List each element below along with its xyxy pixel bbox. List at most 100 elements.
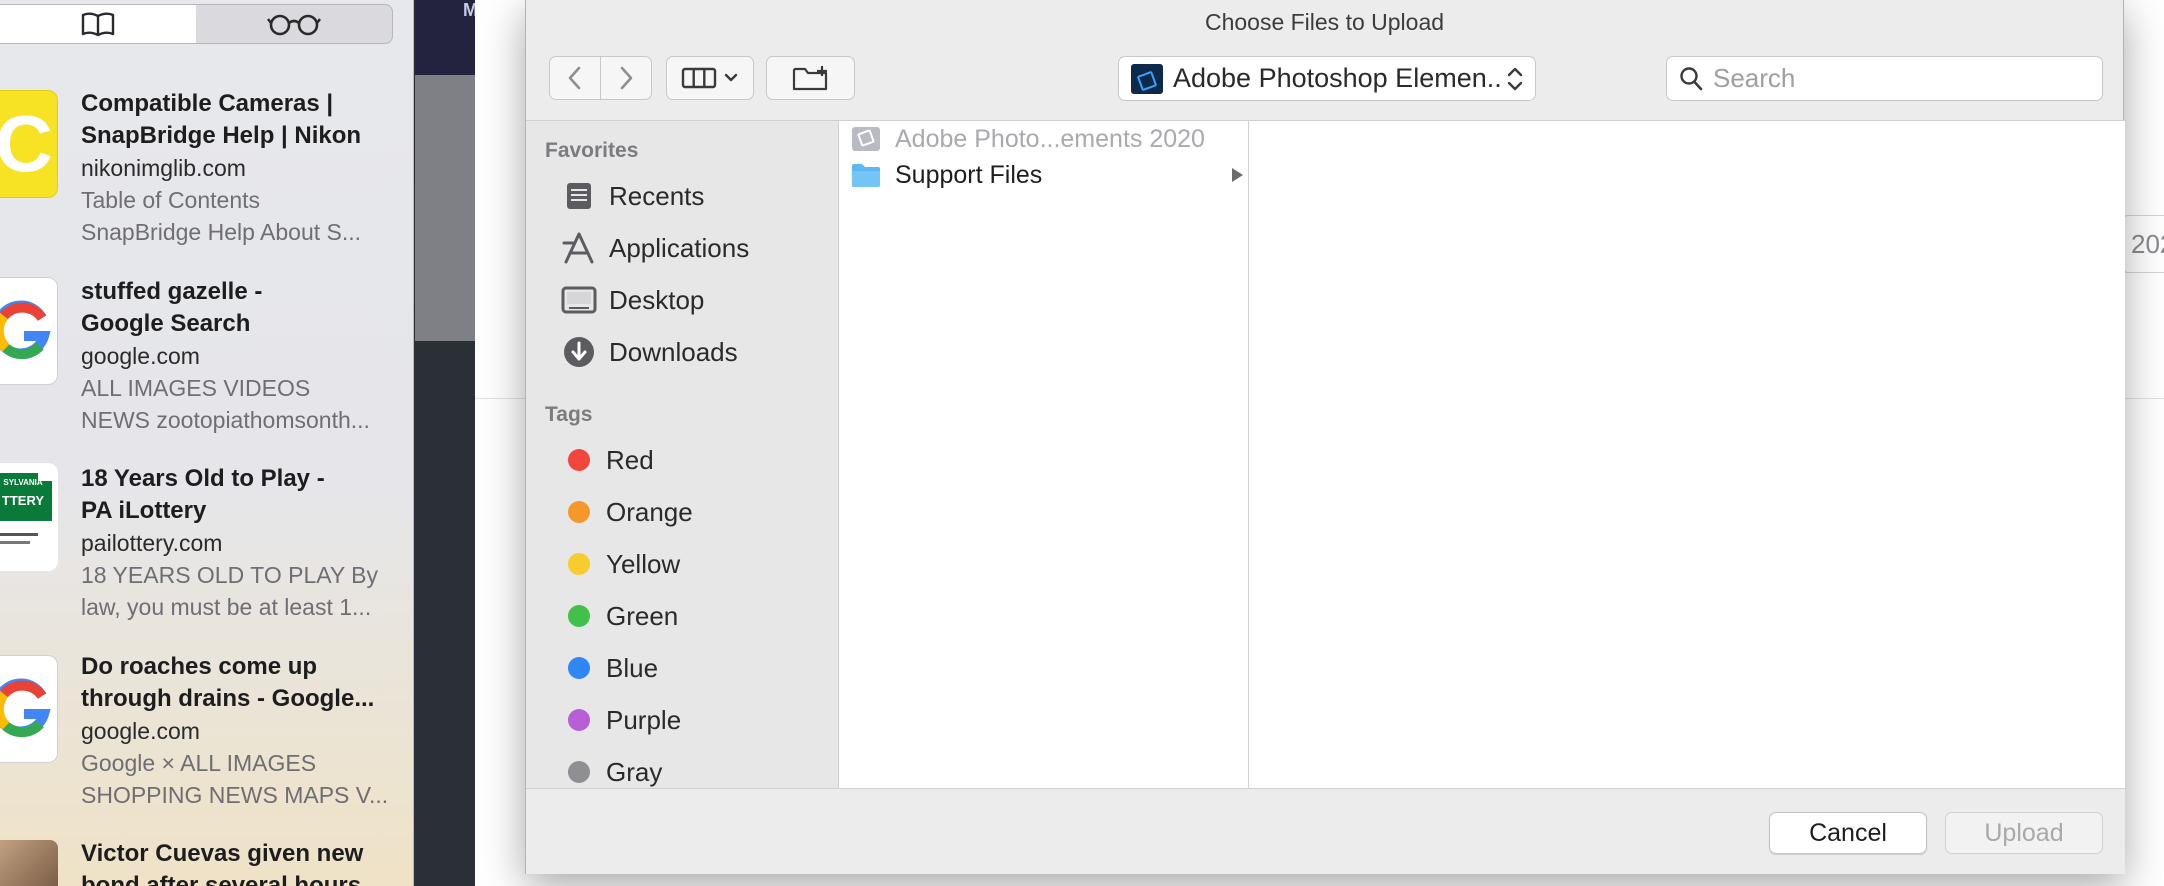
sidebar-tag-yellow[interactable]: Yellow <box>526 541 838 587</box>
reading-list-item[interactable]: Do roaches come up through drains - Goog… <box>0 651 413 821</box>
applications-icon <box>561 230 597 266</box>
browser-column-1: Adobe Photo...ements 2020 Support Files <box>839 120 1249 788</box>
item-title-line2: PA iLottery <box>81 497 207 524</box>
item-domain: google.com <box>81 718 200 744</box>
tag-label: Orange <box>606 496 693 527</box>
sidebar-item-desktop[interactable]: Desktop <box>526 277 838 323</box>
file-name: Support Files <box>895 160 1043 189</box>
item-description-line2: NEWS zootopiathomsonth... <box>81 407 370 433</box>
item-thumbnail: C <box>0 90 58 198</box>
reading-list-item[interactable]: SYLVANIA TTERY 18 Years Old to Play - PA… <box>0 463 413 633</box>
item-title: 18 Years Old to Play - <box>81 465 325 492</box>
view-mode-button[interactable] <box>666 56 754 100</box>
sidebar-tag-blue[interactable]: Blue <box>526 645 838 691</box>
item-domain: nikonimglib.com <box>81 155 246 181</box>
item-title-line2: bond after several hours... <box>81 872 382 886</box>
column-view-icon <box>681 67 717 89</box>
tag-label: Red <box>606 444 654 475</box>
tag-label: Purple <box>606 704 682 735</box>
bookmarks-tab[interactable] <box>0 5 196 43</box>
pa-lottery-logo-icon: SYLVANIA TTERY <box>0 473 52 544</box>
google-logo-icon <box>0 300 51 360</box>
sidebar-item-applications[interactable]: Applications <box>526 225 838 271</box>
upload-button[interactable]: Upload <box>1945 812 2103 854</box>
sidebar-item-downloads[interactable]: Downloads <box>526 329 838 375</box>
item-description: ALL IMAGES VIDEOS <box>81 375 311 401</box>
sidebar-tag-green[interactable]: Green <box>526 593 838 639</box>
site-date-field[interactable]: 202 <box>2122 215 2164 273</box>
tag-color-dot <box>568 657 590 679</box>
search-input[interactable] <box>1713 63 2093 94</box>
tag-color-dot <box>568 761 590 783</box>
item-description: 18 YEARS OLD TO PLAY By <box>81 562 379 588</box>
tag-label: Green <box>606 600 679 631</box>
google-logo-icon <box>0 678 51 738</box>
recents-icon <box>561 178 597 214</box>
chevron-right-icon <box>620 66 633 90</box>
sidebar-tag-purple[interactable]: Purple <box>526 697 838 743</box>
item-thumbnail <box>0 655 58 763</box>
item-description-line2: SHOPPING NEWS MAPS V... <box>81 782 389 808</box>
browser-column-2 <box>1249 120 2125 788</box>
item-title: Do roaches come up <box>81 653 318 680</box>
disclosure-arrow-icon <box>1232 168 1243 182</box>
tag-color-dot <box>568 449 590 471</box>
back-button[interactable] <box>549 56 601 100</box>
search-icon <box>1680 66 1703 90</box>
chevron-left-icon <box>568 66 581 90</box>
file-upload-dialog: Choose Files to Upload Adobe Photoshop E… <box>525 0 2125 874</box>
sidebar-item-label: Recents <box>609 180 705 211</box>
sidebar-item-label: Downloads <box>609 336 738 367</box>
file-name: Adobe Photo...ements 2020 <box>895 124 1205 153</box>
file-row[interactable]: Support Files <box>839 157 1249 193</box>
item-domain: google.com <box>81 343 200 369</box>
thumb-text-main: TTERY <box>2 493 44 508</box>
reading-list-item[interactable]: stuffed gazelle - Google Search google.c… <box>0 276 413 446</box>
item-title-line2: SnapBridge Help | Nikon <box>81 122 362 149</box>
tag-label: Gray <box>606 756 663 787</box>
safari-sidebar: C Compatible Cameras | SnapBridge Help |… <box>0 0 414 886</box>
item-title-line2: Google Search <box>81 310 251 337</box>
tag-color-dot <box>568 709 590 731</box>
forward-button[interactable] <box>600 56 652 100</box>
location-popup[interactable]: Adobe Photoshop Elemen... <box>1118 56 1536 101</box>
item-description: Google × ALL IMAGES <box>81 750 317 776</box>
dialog-sidebar: Favorites Recents Applications Desktop D… <box>526 120 839 788</box>
cancel-button[interactable]: Cancel <box>1769 812 1927 854</box>
desktop-icon <box>561 282 597 318</box>
item-title-line2: through drains - Google... <box>81 685 375 712</box>
reading-list-item[interactable]: Victor Cuevas given new bond after sever… <box>0 838 413 886</box>
chevron-down-icon <box>724 73 738 82</box>
downloads-icon <box>561 334 597 370</box>
sidebar-tag-red[interactable]: Red <box>526 437 838 483</box>
item-title: Compatible Cameras | <box>81 90 334 117</box>
tag-color-dot <box>568 501 590 523</box>
photoshop-elements-folder-icon <box>1131 63 1163 94</box>
location-label: Adobe Photoshop Elemen... <box>1173 63 1501 93</box>
search-field[interactable] <box>1666 56 2103 101</box>
sidebar-item-label: Desktop <box>609 284 705 315</box>
reading-list-item[interactable]: C Compatible Cameras | SnapBridge Help |… <box>0 88 413 258</box>
dialog-footer: Cancel Upload <box>526 788 2125 874</box>
favorites-header: Favorites <box>545 139 639 162</box>
site-hero-strip <box>415 75 475 341</box>
dialog-title: Choose Files to Upload <box>1204 9 1445 35</box>
new-folder-button[interactable] <box>766 56 855 100</box>
sidebar-tag-orange[interactable]: Orange <box>526 489 838 535</box>
tag-label: Yellow <box>606 548 681 579</box>
thumb-letter: C <box>0 99 53 188</box>
sidebar-item-recents[interactable]: Recents <box>526 173 838 219</box>
reading-list-tab[interactable] <box>196 5 392 43</box>
sidebar-segmented-control <box>0 4 393 44</box>
glasses-icon <box>267 14 321 36</box>
new-folder-icon <box>792 66 827 91</box>
item-thumbnail <box>0 277 58 385</box>
sidebar-tag-gray[interactable]: Gray <box>526 749 838 788</box>
folder-icon <box>852 164 880 187</box>
sidebar-item-label: Applications <box>609 232 750 263</box>
item-title: stuffed gazelle - <box>81 278 263 305</box>
file-row: Adobe Photo...ements 2020 <box>839 121 1249 157</box>
item-description-line2: SnapBridge Help About S... <box>81 219 362 245</box>
tag-color-dot <box>568 553 590 575</box>
book-icon <box>81 12 115 37</box>
